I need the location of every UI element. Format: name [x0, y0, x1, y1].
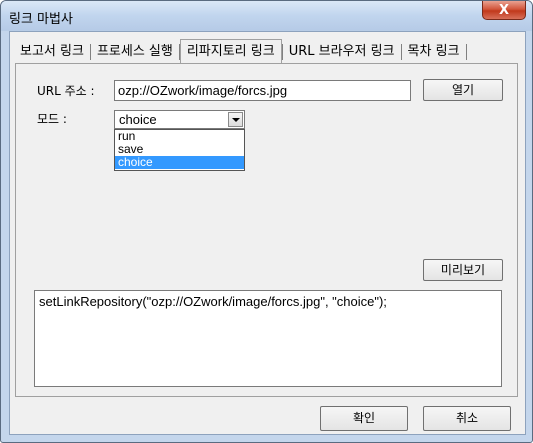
- tab-toc-link[interactable]: 목차 링크: [402, 41, 466, 61]
- mode-select[interactable]: choice: [114, 110, 245, 129]
- mode-select-value: choice: [119, 112, 157, 127]
- mode-option-choice[interactable]: choice: [115, 156, 244, 169]
- url-label: URL 주소 :: [37, 84, 95, 98]
- tab-separator: [465, 44, 467, 60]
- mode-dropdown-list: run save choice: [114, 129, 245, 171]
- preview-button[interactable]: 미리보기: [423, 259, 503, 281]
- close-button[interactable]: X: [482, 1, 526, 20]
- cancel-button[interactable]: 취소: [423, 406, 511, 431]
- close-icon: X: [498, 2, 510, 18]
- tab-process-run[interactable]: 프로세스 실행: [91, 41, 179, 61]
- url-input[interactable]: ozp://OZwork/image/forcs.jpg: [114, 80, 411, 101]
- ok-button[interactable]: 확인: [320, 406, 408, 431]
- title-bar[interactable]: 링크 마법사 X: [1, 1, 532, 30]
- tab-strip: 보고서 링크 프로세스 실행 리파지토리 링크 URL 브라우저 링크 목차 링…: [14, 39, 467, 63]
- tab-repository-link[interactable]: 리파지토리 링크: [179, 39, 282, 63]
- chevron-down-icon[interactable]: [228, 112, 243, 127]
- window-title: 링크 마법사: [9, 12, 73, 27]
- open-button[interactable]: 열기: [423, 79, 503, 101]
- tab-url-browser-link[interactable]: URL 브라우저 링크: [283, 41, 401, 61]
- mode-label: 모드 :: [37, 112, 67, 126]
- code-output-box[interactable]: setLinkRepository("ozp://OZwork/image/fo…: [34, 290, 502, 387]
- tab-report-link[interactable]: 보고서 링크: [14, 41, 90, 61]
